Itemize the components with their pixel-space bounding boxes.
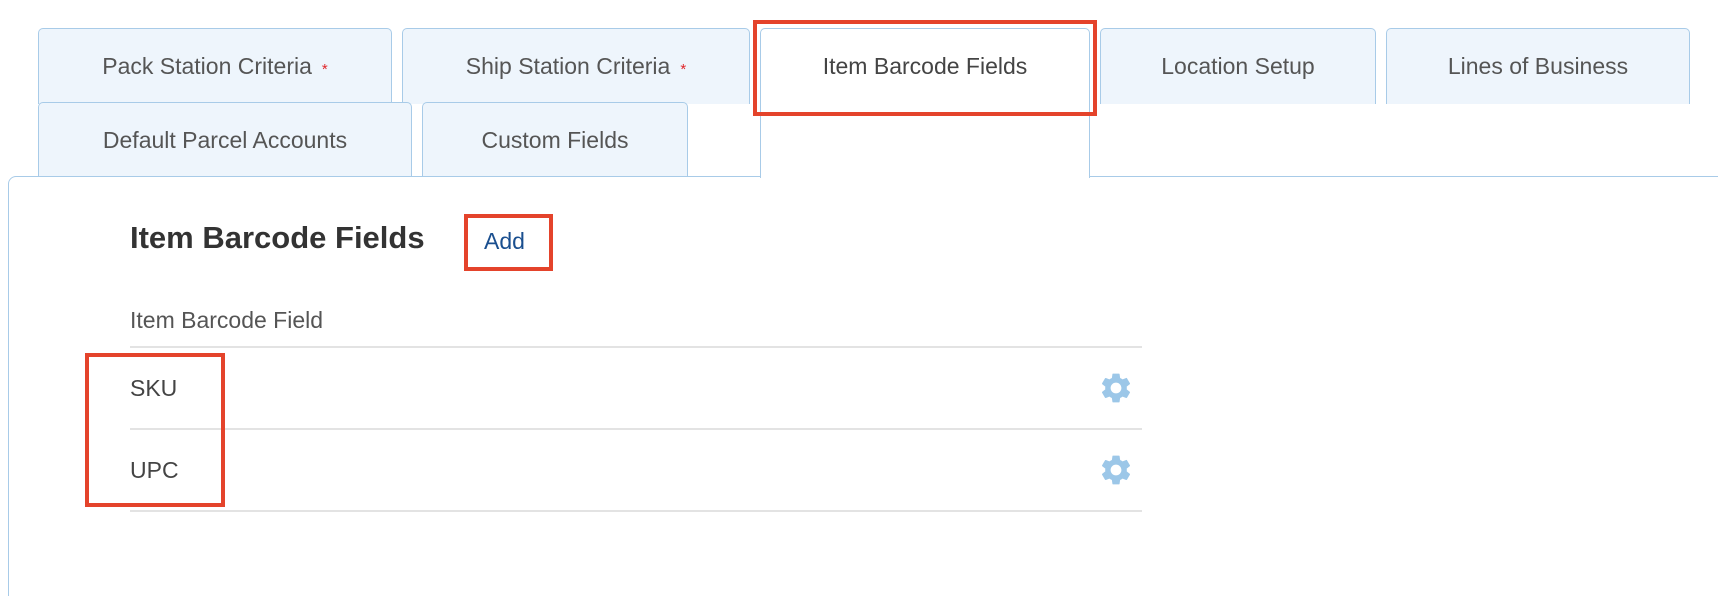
tab-default-parcel-accounts[interactable]: Default Parcel Accounts bbox=[38, 102, 412, 178]
gear-icon[interactable] bbox=[1098, 370, 1134, 406]
required-marker: * bbox=[680, 61, 687, 78]
table-row: UPC bbox=[130, 430, 1142, 510]
tab-label: Location Setup bbox=[1161, 53, 1315, 79]
section-title: Item Barcode Fields bbox=[130, 220, 425, 255]
settings-page: Pack Station Criteria * Ship Station Cri… bbox=[0, 0, 1718, 596]
tab-item-barcode-fields[interactable]: Item Barcode Fields bbox=[760, 28, 1090, 178]
tab-label: Pack Station Criteria bbox=[102, 53, 312, 79]
table-row: SKU bbox=[130, 348, 1142, 428]
tab-label: Item Barcode Fields bbox=[822, 53, 1028, 79]
required-marker: * bbox=[321, 61, 328, 78]
tab-label: Custom Fields bbox=[481, 127, 629, 153]
tab-label: Ship Station Criteria bbox=[465, 53, 671, 79]
tab-lines-of-business[interactable]: Lines of Business bbox=[1386, 28, 1690, 104]
row-label: SKU bbox=[130, 374, 178, 401]
tab-custom-fields[interactable]: Custom Fields bbox=[422, 102, 688, 178]
add-button[interactable]: Add bbox=[484, 228, 525, 255]
tab-ship-station-criteria[interactable]: Ship Station Criteria * bbox=[402, 28, 750, 104]
column-header: Item Barcode Field bbox=[130, 307, 324, 333]
tab-label: Lines of Business bbox=[1447, 53, 1629, 79]
row-label: UPC bbox=[130, 456, 179, 483]
tab-location-setup[interactable]: Location Setup bbox=[1100, 28, 1376, 104]
gear-icon[interactable] bbox=[1098, 452, 1134, 488]
row-divider bbox=[130, 510, 1142, 512]
tab-pack-station-criteria[interactable]: Pack Station Criteria * bbox=[38, 28, 392, 104]
tab-label: Default Parcel Accounts bbox=[102, 127, 348, 153]
